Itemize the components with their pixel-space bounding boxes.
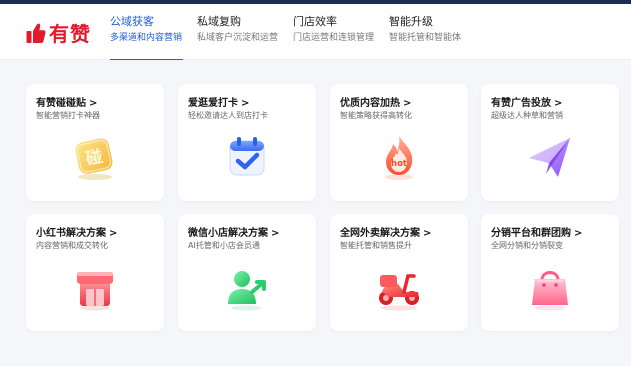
card-title: 小红书解决方案 (36, 228, 106, 239)
scooter-icon (374, 262, 424, 312)
tab-label: 私域复购 (197, 15, 241, 28)
chevron-right-icon: > (89, 98, 98, 109)
solutions-grid: 有赞碰碰贴 > 智能营销打卡神器 碰 爱逛爱打卡 > 轻松邀请达人到店打卡 优质… (0, 60, 631, 366)
card-youzan-tap-sticker[interactable]: 有赞碰碰贴 > 智能营销打卡神器 碰 (26, 84, 164, 201)
tab-label: 公域获客 (110, 15, 154, 28)
tab-label: 门店效率 (293, 15, 337, 28)
card-subtitle: 超级达人种草和营销 (491, 111, 563, 120)
shop-icon (70, 262, 120, 312)
brand-logo[interactable]: 有赞 (26, 18, 91, 47)
tab-sublabel: 门店运营和连锁管理 (293, 33, 375, 43)
calendar-check-icon (222, 132, 272, 182)
card-takeaway-solution[interactable]: 全网外卖解决方案 > 智能托管和销售提升 (330, 214, 468, 331)
card-subtitle: 智能策略获得高转化 (340, 111, 412, 120)
tab-sublabel: 私域客户沉淀和运营 (197, 33, 279, 43)
card-content-boost[interactable]: 优质内容加热 > 智能策略获得高转化 hot (330, 84, 468, 201)
user-share-icon (222, 262, 272, 312)
paper-plane-icon (525, 132, 575, 182)
card-wechat-store-solution[interactable]: 微信小店解决方案 > AI托管和小店会员通 (178, 214, 316, 331)
header: 有赞 公域获客 多渠道和内容营销 私域复购 私域客户沉淀和运营 门店效率 门店运… (0, 4, 631, 61)
card-title: 微信小店解决方案 (188, 228, 268, 239)
tab-sublabel: 多渠道和内容营销 (110, 33, 183, 43)
chevron-right-icon: > (403, 98, 412, 109)
card-subtitle: 内容营销和成交转化 (36, 241, 108, 250)
tab-label: 智能升级 (389, 15, 433, 28)
card-subtitle: 智能托管和销售提升 (340, 241, 412, 250)
tab-public-acquisition[interactable]: 公域获客 多渠道和内容营销 (110, 15, 182, 44)
card-xiaohongshu-solution[interactable]: 小红书解决方案 > 内容营销和成交转化 (26, 214, 164, 331)
chevron-right-icon: > (554, 98, 563, 109)
chevron-right-icon: > (423, 228, 432, 239)
tab-smart-upgrade[interactable]: 智能升级 智能托管和智能体 (389, 15, 461, 44)
card-browse-checkin[interactable]: 爱逛爱打卡 > 轻松邀请达人到店打卡 (178, 84, 316, 201)
shopping-bag-icon (525, 262, 575, 312)
card-icon-text: hot (391, 159, 407, 169)
card-subtitle: 轻松邀请达人到店打卡 (188, 111, 268, 120)
card-ad-placement[interactable]: 有赞广告投放 > 超级达人种草和营销 (481, 84, 619, 201)
chevron-right-icon: > (109, 228, 118, 239)
brand-name: 有赞 (49, 22, 91, 46)
card-distribution-group-buy[interactable]: 分销平台和群团购 > 全网分销和分销裂变 (481, 214, 619, 331)
hot-flame-icon: hot (374, 132, 424, 182)
card-title: 优质内容加热 (340, 98, 400, 109)
card-title: 爱逛爱打卡 (188, 98, 238, 109)
tab-private-repurchase[interactable]: 私域复购 私域客户沉淀和运营 (197, 15, 278, 44)
card-subtitle: 智能营销打卡神器 (36, 111, 100, 120)
card-subtitle: 全网分销和分销裂变 (491, 241, 563, 250)
thumbs-up-icon (26, 22, 46, 44)
tab-sublabel: 智能托管和智能体 (389, 33, 462, 43)
chevron-right-icon: > (241, 98, 250, 109)
nfc-tag-icon: 碰 (70, 132, 120, 182)
card-title: 有赞广告投放 (491, 98, 551, 109)
tab-store-efficiency[interactable]: 门店效率 门店运营和连锁管理 (293, 15, 374, 44)
chevron-right-icon: > (574, 228, 583, 239)
card-title: 全网外卖解决方案 (340, 228, 420, 239)
card-title: 有赞碰碰贴 (36, 98, 86, 109)
card-title: 分销平台和群团购 (491, 228, 571, 239)
card-subtitle: AI托管和小店会员通 (188, 241, 260, 250)
chevron-right-icon: > (271, 228, 280, 239)
